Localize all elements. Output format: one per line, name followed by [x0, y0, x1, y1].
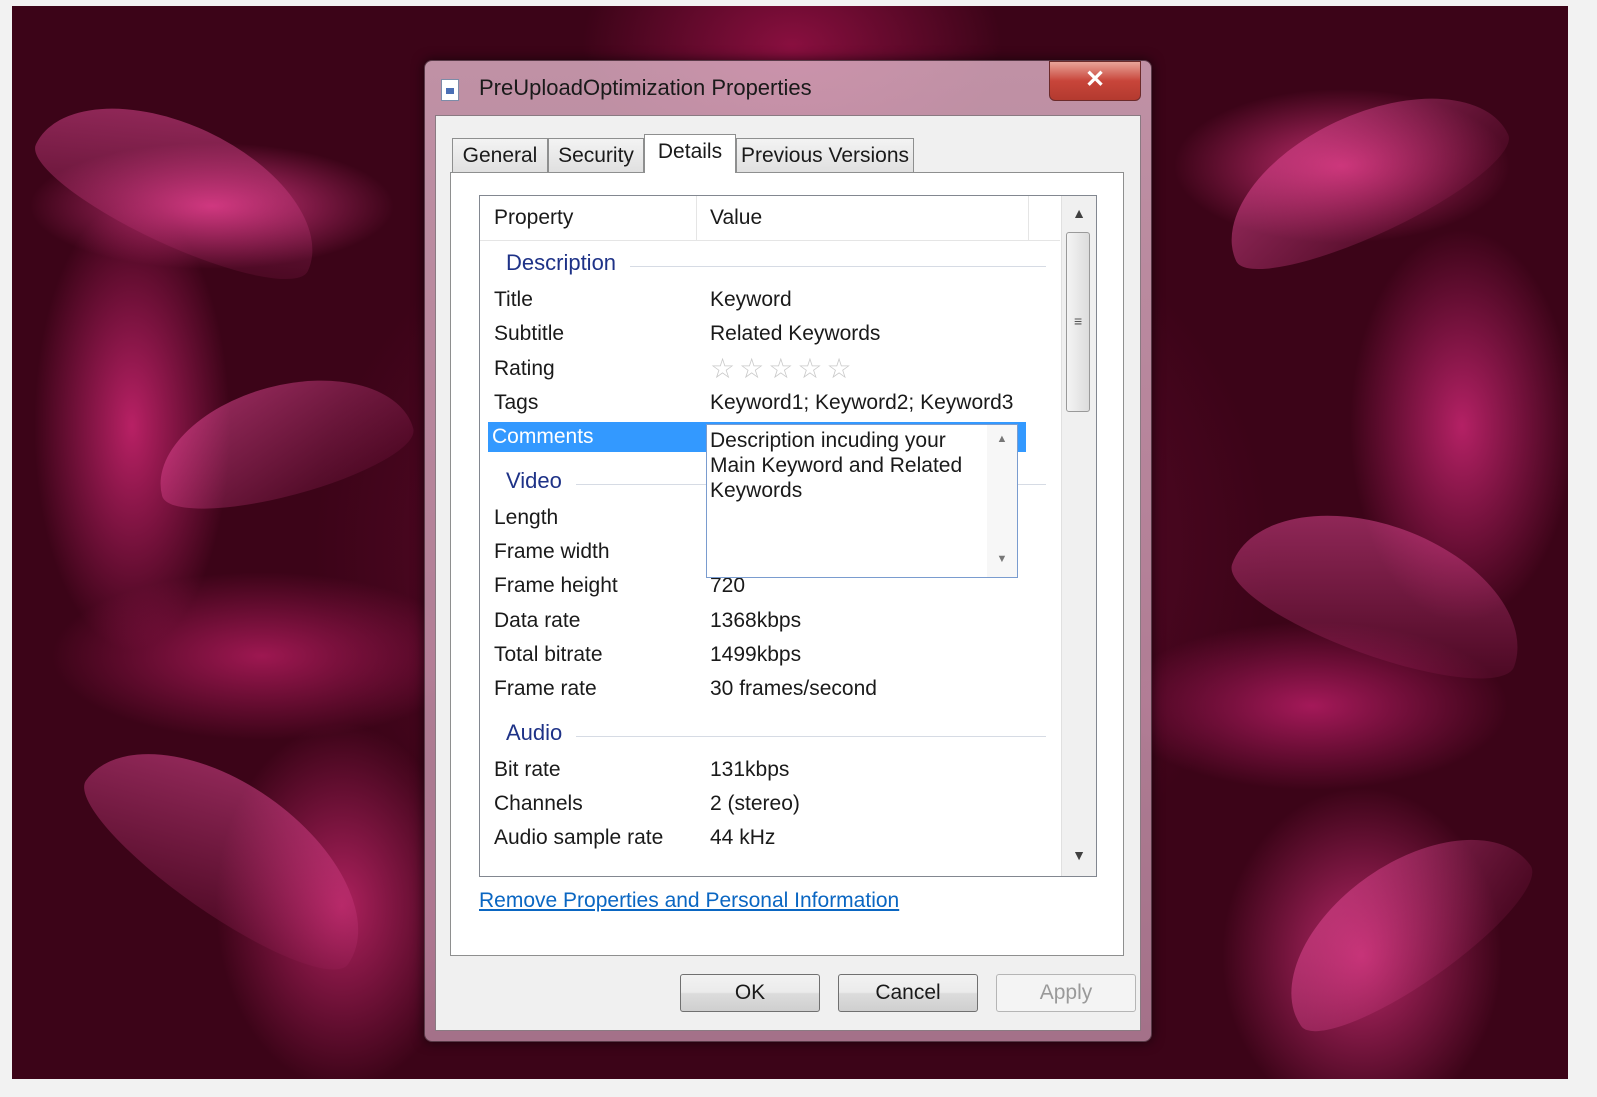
document-icon [441, 79, 459, 101]
list-item[interactable]: Title Keyword [480, 283, 1060, 317]
property-value: Related Keywords [710, 322, 881, 345]
list-item[interactable]: Rating ☆ ☆ ☆ ☆ ☆ [480, 352, 1060, 386]
property-value: 1499kbps [710, 643, 802, 666]
list-item[interactable]: Total bitrate 1499kbps [480, 638, 1060, 672]
property-name: Total bitrate [494, 643, 603, 666]
group-label: Video [506, 468, 570, 494]
details-panel: Property Value Description Title Keyword… [450, 172, 1124, 956]
property-name: Frame width [494, 540, 610, 563]
column-header-value[interactable]: Value [710, 206, 762, 230]
column-header-property[interactable]: Property [494, 206, 573, 230]
cancel-button[interactable]: Cancel [838, 974, 978, 1012]
scroll-down-icon[interactable]: ▼ [987, 553, 1017, 565]
tab-previous-versions[interactable]: Previous Versions [736, 138, 914, 172]
list-item[interactable]: Channels 2 (stereo) [480, 787, 1060, 821]
property-name: Frame height [494, 574, 618, 597]
star-icon[interactable]: ☆ [826, 354, 851, 384]
scroll-up-icon[interactable]: ▲ [987, 433, 1017, 445]
property-name: Comments [492, 425, 594, 448]
close-button[interactable]: ✕ [1049, 61, 1141, 101]
tab-general[interactable]: General [452, 138, 548, 172]
group-label: Audio [506, 720, 571, 746]
wallpaper-petal [63, 705, 401, 997]
list-item[interactable]: Frame rate 30 frames/second [480, 672, 1060, 706]
property-value: 30 frames/second [710, 677, 877, 700]
editor-scrollbar[interactable]: ▲ ▼ [987, 425, 1017, 577]
property-value: 1368kbps [710, 609, 802, 632]
list-item[interactable]: Audio sample rate 44 kHz [480, 821, 1060, 855]
star-icon[interactable]: ☆ [710, 354, 735, 384]
property-value: 131kbps [710, 758, 790, 781]
property-name: Length [494, 506, 559, 529]
group-label: Description [506, 250, 625, 276]
group-divider [576, 736, 1046, 737]
comments-editor[interactable]: Description incuding your Main Keyword a… [706, 424, 1018, 578]
apply-button[interactable]: Apply [996, 974, 1136, 1012]
wallpaper-petal [1200, 58, 1524, 294]
tab-details[interactable]: Details [644, 134, 736, 173]
property-value: 44 kHz [710, 826, 776, 849]
star-icon[interactable]: ☆ [739, 354, 764, 384]
wallpaper-petal [142, 354, 422, 528]
property-name: Bit rate [494, 758, 561, 781]
wallpaper-petal [1218, 478, 1546, 704]
rating-stars[interactable]: ☆ ☆ ☆ ☆ ☆ [710, 354, 852, 384]
list-item[interactable]: Data rate 1368kbps [480, 604, 1060, 638]
scroll-up-icon[interactable]: ▲ [1062, 198, 1096, 228]
property-value: 2 (stereo) [710, 792, 800, 815]
group-divider [630, 266, 1046, 267]
group-header-description: Description [480, 246, 1060, 280]
wallpaper-petal [20, 68, 344, 304]
remove-properties-link[interactable]: Remove Properties and Personal Informati… [479, 889, 899, 913]
list-item[interactable]: Subtitle Related Keywords [480, 317, 1060, 351]
property-value: Keyword1; Keyword2; Keyword3 [710, 391, 1014, 414]
star-icon[interactable]: ☆ [768, 354, 793, 384]
property-name: Subtitle [494, 322, 565, 345]
property-name: Audio sample rate [494, 826, 664, 849]
window-title: PreUploadOptimization Properties [479, 75, 812, 100]
property-name: Title [494, 288, 533, 311]
list-header: Property Value [480, 196, 1060, 241]
property-name: Data rate [494, 609, 581, 632]
properties-dialog: PreUploadOptimization Properties ✕ Gener… [424, 60, 1152, 1042]
wallpaper-petal [1252, 796, 1552, 1056]
comments-text[interactable]: Description incuding your Main Keyword a… [710, 428, 970, 503]
group-header-audio: Audio [480, 716, 1060, 750]
scroll-down-icon[interactable]: ▼ [1062, 840, 1096, 870]
property-name: Frame rate [494, 677, 597, 700]
property-name: Channels [494, 792, 583, 815]
tab-security[interactable]: Security [548, 138, 644, 172]
list-item[interactable]: Bit rate 131kbps [480, 753, 1060, 787]
property-list[interactable]: Property Value Description Title Keyword… [479, 195, 1097, 877]
grip-icon: ≡ [1074, 313, 1083, 329]
star-icon[interactable]: ☆ [797, 354, 822, 384]
list-scrollbar[interactable]: ▲ ≡ ▼ [1061, 196, 1096, 876]
column-divider[interactable] [1028, 196, 1029, 240]
column-divider[interactable] [696, 196, 697, 240]
property-value: Keyword [710, 288, 792, 311]
property-name: Rating [494, 357, 555, 380]
dialog-client-area: General Security Details Previous Versio… [435, 115, 1141, 1031]
scrollbar-thumb[interactable]: ≡ [1066, 232, 1090, 412]
list-item[interactable]: Tags Keyword1; Keyword2; Keyword3 [480, 386, 1060, 420]
title-bar[interactable]: PreUploadOptimization Properties ✕ [425, 61, 1151, 115]
property-name: Tags [494, 391, 539, 414]
ok-button[interactable]: OK [680, 974, 820, 1012]
